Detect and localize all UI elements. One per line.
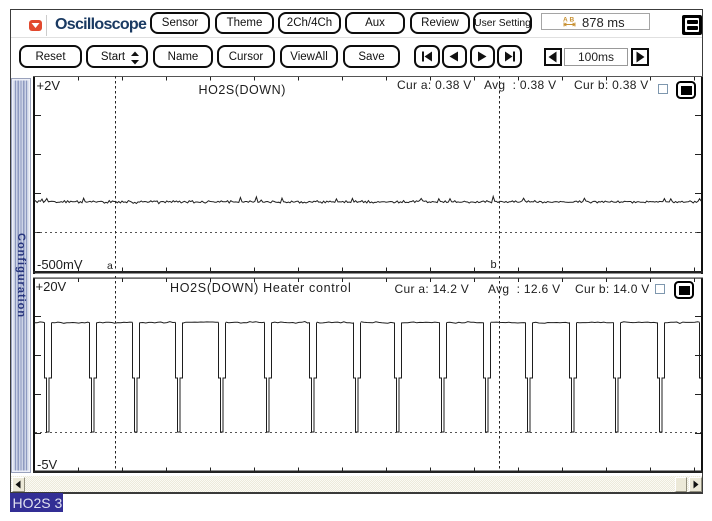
svg-text:A: A: [563, 16, 568, 23]
svg-text:B: B: [570, 16, 575, 23]
